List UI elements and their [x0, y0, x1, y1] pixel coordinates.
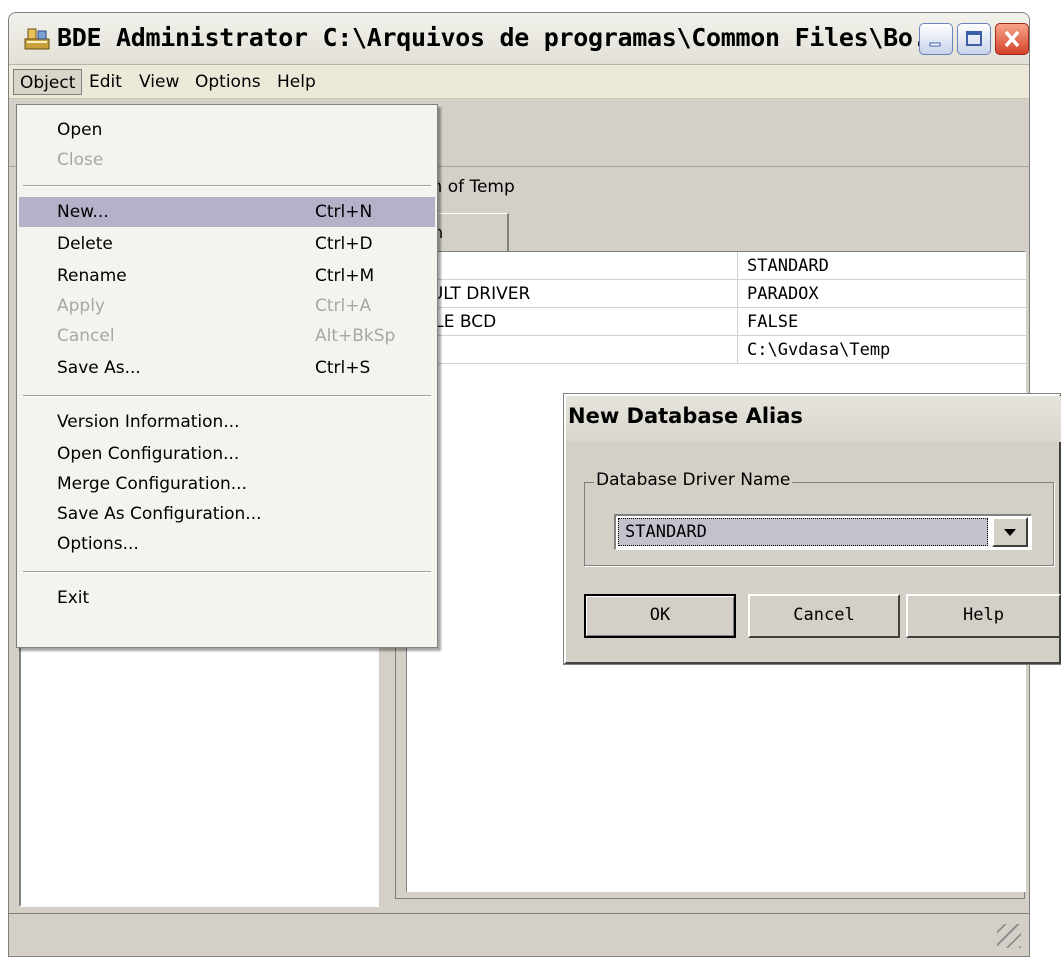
driver-name-select[interactable]: STANDARD — [614, 514, 1032, 550]
menu-item-close: Close — [19, 145, 435, 175]
grid-divider — [737, 280, 738, 308]
grid-divider — [737, 252, 738, 280]
menu-item-exit[interactable]: Exit — [19, 583, 435, 613]
menu-item-shortcut: Alt+BkSp — [315, 326, 396, 346]
minimize-icon — [929, 42, 941, 47]
menu-item-save-as-configuration[interactable]: Save As Configuration... — [19, 499, 435, 529]
menu-item-shortcut: Ctrl+M — [315, 266, 375, 286]
menu-item-label: Delete — [57, 234, 113, 254]
resize-grip-icon[interactable] — [997, 924, 1021, 948]
menu-item-open[interactable]: Open — [19, 115, 435, 145]
title-bar[interactable]: BDE Administrator C:\Arquivos de program… — [9, 13, 1029, 65]
dialog-title-bar[interactable]: New Database Alias — [566, 396, 1061, 442]
menu-item-label: Save As Configuration... — [57, 504, 262, 524]
menu-item-shortcut: Ctrl+D — [315, 234, 373, 254]
window-title: BDE Administrator C:\Arquivos de program… — [57, 23, 957, 52]
close-button[interactable] — [995, 23, 1029, 55]
menu-edit[interactable]: Edit — [83, 69, 128, 95]
menu-item-label: Options... — [57, 534, 139, 554]
grid-divider — [737, 336, 738, 364]
menu-item-merge-configuration[interactable]: Merge Configuration... — [19, 469, 435, 499]
grid-row[interactable]: TH C:\Gvdasa\Temp — [407, 336, 1027, 364]
menu-separator — [23, 571, 431, 573]
menu-item-label: Merge Configuration... — [57, 474, 247, 494]
menu-item-save-as[interactable]: Save As... Ctrl+S — [19, 353, 435, 383]
grid-value[interactable]: PARADOX — [747, 284, 819, 304]
menu-help[interactable]: Help — [271, 69, 322, 95]
chevron-down-icon — [1004, 529, 1016, 536]
menu-object[interactable]: Object — [13, 69, 83, 95]
grid-row[interactable]: ABLE BCD FALSE — [407, 308, 1027, 336]
menu-item-label: Save As... — [57, 358, 141, 378]
menu-item-label: New... — [57, 202, 109, 222]
menu-item-shortcut: Ctrl+S — [315, 358, 371, 378]
menu-item-label: Version Information... — [57, 412, 240, 432]
driver-name-value[interactable]: STANDARD — [618, 518, 988, 546]
status-bar — [9, 913, 1029, 956]
menu-view[interactable]: View — [133, 69, 185, 95]
menu-item-delete[interactable]: Delete Ctrl+D — [19, 229, 435, 259]
new-database-alias-dialog: New Database Alias Database Driver Name … — [564, 394, 1061, 664]
menu-item-label: Apply — [57, 296, 105, 316]
object-menu: Open Close New... Ctrl+N Delete Ctrl+D Ren… — [16, 104, 438, 648]
dropdown-arrow-button[interactable] — [992, 517, 1028, 547]
menu-item-shortcut: Ctrl+A — [315, 296, 372, 316]
minimize-button[interactable] — [919, 23, 953, 55]
menu-item-label: Open Configuration... — [57, 444, 240, 464]
menu-item-label: Cancel — [57, 326, 115, 346]
close-icon — [1004, 30, 1020, 48]
grid-value[interactable]: FALSE — [747, 312, 798, 332]
menu-item-version-information[interactable]: Version Information... — [19, 407, 435, 437]
ok-button[interactable]: OK — [584, 594, 736, 638]
menu-separator — [23, 395, 431, 397]
menu-item-cancel: Cancel Alt+BkSp — [19, 321, 435, 351]
menu-item-open-configuration[interactable]: Open Configuration... — [19, 439, 435, 469]
grid-value[interactable]: C:\Gvdasa\Temp — [747, 340, 890, 360]
cancel-button[interactable]: Cancel — [748, 594, 900, 638]
grid-row[interactable]: pe STANDARD — [407, 252, 1027, 280]
menu-item-apply: Apply Ctrl+A — [19, 291, 435, 321]
grid-divider — [737, 308, 738, 336]
menu-options[interactable]: Options — [189, 69, 267, 95]
grid-value[interactable]: STANDARD — [747, 256, 829, 276]
menu-item-new[interactable]: New... Ctrl+N — [19, 197, 435, 227]
menu-separator — [23, 185, 431, 187]
menu-item-label: Open — [57, 120, 103, 140]
maximize-icon — [966, 31, 982, 46]
menu-item-rename[interactable]: Rename Ctrl+M — [19, 261, 435, 291]
maximize-button[interactable] — [957, 23, 991, 55]
menu-item-options[interactable]: Options... — [19, 529, 435, 559]
bde-app-icon — [24, 28, 50, 50]
menu-item-label: Rename — [57, 266, 127, 286]
grid-row[interactable]: FAULT DRIVER PARADOX — [407, 280, 1027, 308]
menu-item-shortcut: Ctrl+N — [315, 202, 373, 222]
dialog-title: New Database Alias — [568, 404, 803, 428]
help-button[interactable]: Help — [906, 594, 1061, 638]
menu-item-label: Close — [57, 150, 104, 170]
menu-bar: Object Edit View Options Help — [9, 65, 1029, 99]
driver-name-group-label: Database Driver Name — [594, 470, 793, 490]
menu-item-label: Exit — [57, 588, 90, 608]
